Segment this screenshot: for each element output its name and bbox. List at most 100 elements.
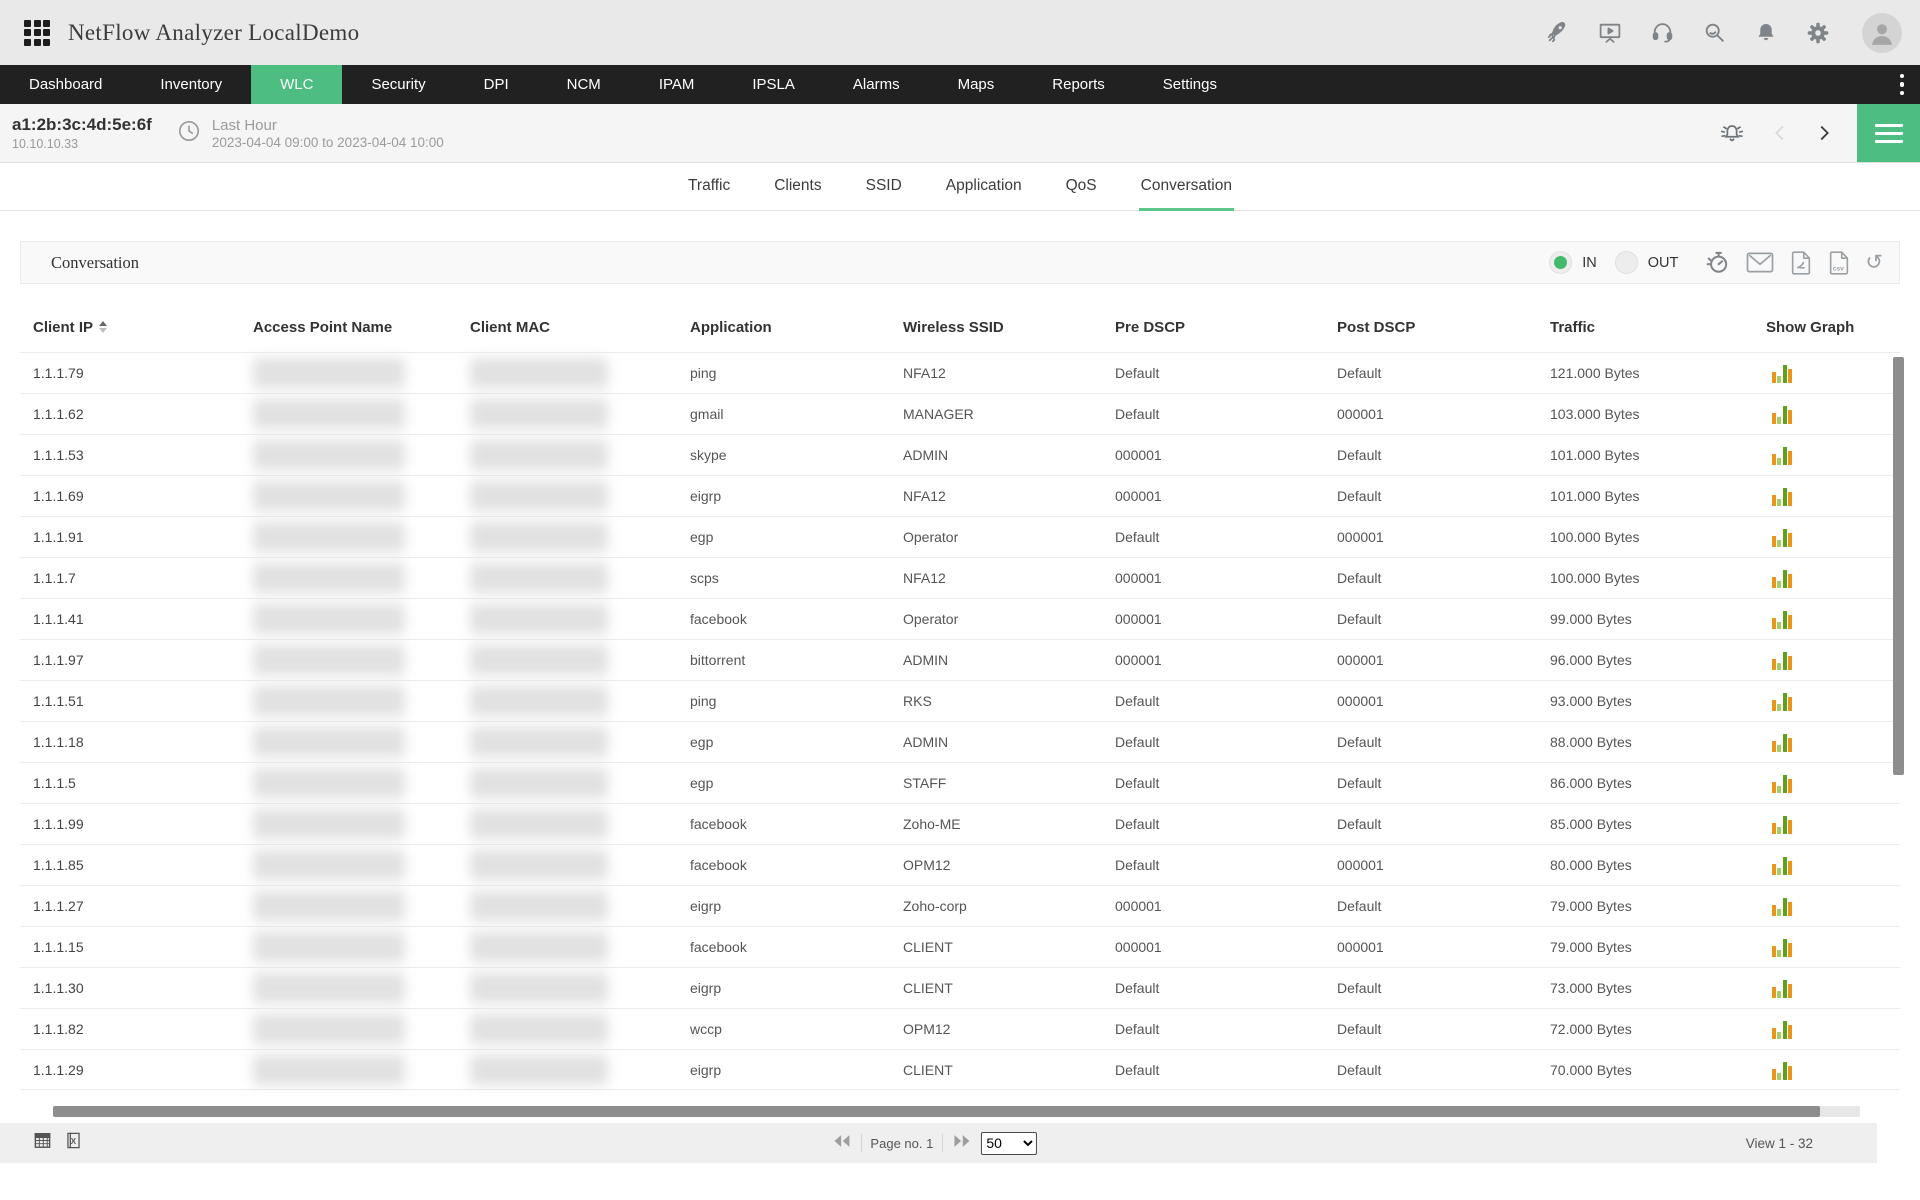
cell-pre-dscp: 000001 [1115, 488, 1337, 504]
column-header-post-dscp[interactable]: Post DSCP [1337, 319, 1550, 336]
cell-client-ip: 1.1.1.91 [33, 529, 253, 545]
app-launcher-icon[interactable] [24, 20, 50, 46]
headset-icon[interactable] [1650, 20, 1675, 45]
panel-title: Conversation [51, 253, 139, 273]
horizontal-scrollbar[interactable] [53, 1106, 1860, 1117]
nav-overflow-kebab-icon[interactable] [1884, 65, 1920, 104]
column-header-wireless-ssid[interactable]: Wireless SSID [903, 319, 1115, 336]
export-excel-icon[interactable]: X [64, 1131, 83, 1155]
cell-access-point-redacted [253, 1055, 405, 1085]
horizontal-scrollbar-thumb[interactable] [53, 1106, 1820, 1117]
nav-item-reports[interactable]: Reports [1023, 65, 1134, 104]
alarm-alert-icon[interactable] [1717, 119, 1747, 147]
cell-client-mac-redacted [470, 686, 608, 716]
conversation-table: 1.1.1.79 ping NFA12 Default Default 121.… [20, 352, 1900, 1090]
column-header-access-point-name[interactable]: Access Point Name [253, 319, 470, 336]
direction-out-radio[interactable] [1615, 251, 1638, 274]
show-graph-icon[interactable] [1772, 1019, 1792, 1039]
nav-item-ipsla[interactable]: IPSLA [723, 65, 824, 104]
table-row: 1.1.1.27 eigrp Zoho-corp 000001 Default … [20, 885, 1900, 926]
nav-item-ncm[interactable]: NCM [538, 65, 630, 104]
prev-device-chevron-icon[interactable] [1769, 120, 1791, 146]
show-graph-icon[interactable] [1772, 937, 1792, 957]
cell-traffic: 80.000 Bytes [1550, 857, 1766, 873]
search-icon[interactable] [1702, 20, 1727, 45]
tab-conversation[interactable]: Conversation [1139, 165, 1234, 211]
show-graph-icon[interactable] [1772, 732, 1792, 752]
tab-ssid[interactable]: SSID [864, 165, 904, 211]
presentation-icon[interactable] [1597, 20, 1623, 45]
notification-bell-icon[interactable] [1754, 20, 1778, 45]
cell-client-ip: 1.1.1.7 [33, 570, 253, 586]
cell-application: eigrp [690, 898, 903, 914]
nav-item-dashboard[interactable]: Dashboard [0, 65, 131, 104]
next-device-chevron-icon[interactable] [1813, 120, 1835, 146]
show-graph-icon[interactable] [1772, 814, 1792, 834]
export-pdf-icon[interactable] [1789, 250, 1813, 276]
page-size-select[interactable]: 50 [981, 1132, 1037, 1155]
show-graph-icon[interactable] [1772, 691, 1792, 711]
cell-pre-dscp: 000001 [1115, 652, 1337, 668]
cell-wireless-ssid: OPM12 [903, 1021, 1115, 1037]
cell-pre-dscp: Default [1115, 775, 1337, 791]
show-graph-icon[interactable] [1772, 486, 1792, 506]
show-graph-icon[interactable] [1772, 363, 1792, 383]
next-page-button[interactable] [952, 1134, 972, 1153]
show-graph-icon[interactable] [1772, 1060, 1792, 1080]
show-graph-icon[interactable] [1772, 896, 1792, 916]
column-header-traffic[interactable]: Traffic [1550, 319, 1766, 336]
user-avatar[interactable] [1862, 13, 1902, 53]
schedule-timer-icon[interactable] [1704, 249, 1731, 276]
tab-clients[interactable]: Clients [772, 165, 823, 211]
cell-client-mac-redacted [470, 809, 608, 839]
show-graph-icon[interactable] [1772, 773, 1792, 793]
direction-in-radio[interactable] [1549, 251, 1572, 274]
show-graph-icon[interactable] [1772, 404, 1792, 424]
column-header-client-ip[interactable]: Client IP [33, 319, 253, 336]
export-csv-icon[interactable]: csv [1827, 250, 1851, 276]
show-graph-icon[interactable] [1772, 445, 1792, 465]
cell-client-ip: 1.1.1.82 [33, 1021, 253, 1037]
sort-indicator-icon[interactable] [99, 321, 107, 333]
cell-wireless-ssid: RKS [903, 693, 1115, 709]
nav-item-alarms[interactable]: Alarms [824, 65, 929, 104]
cell-access-point-redacted [253, 850, 405, 880]
tab-application[interactable]: Application [944, 165, 1024, 211]
nav-item-inventory[interactable]: Inventory [131, 65, 251, 104]
column-header-pre-dscp[interactable]: Pre DSCP [1115, 319, 1337, 336]
nav-item-security[interactable]: Security [342, 65, 454, 104]
nav-item-dpi[interactable]: DPI [455, 65, 538, 104]
cell-client-ip: 1.1.1.30 [33, 980, 253, 996]
device-menu-hamburger-button[interactable] [1857, 104, 1920, 162]
column-header-application[interactable]: Application [690, 319, 903, 336]
tab-qos[interactable]: QoS [1064, 165, 1099, 211]
show-graph-icon[interactable] [1772, 855, 1792, 875]
show-graph-icon[interactable] [1772, 527, 1792, 547]
nav-item-maps[interactable]: Maps [929, 65, 1024, 104]
tab-traffic[interactable]: Traffic [686, 165, 732, 211]
cell-client-mac-redacted [470, 891, 608, 921]
email-report-icon[interactable] [1745, 250, 1775, 275]
main-nav: Dashboard Inventory WLC Security DPI NCM… [0, 65, 1920, 104]
show-graph-icon[interactable] [1772, 609, 1792, 629]
previous-page-button[interactable] [831, 1134, 851, 1153]
refresh-icon[interactable]: ↺ [1865, 252, 1883, 273]
cell-client-ip: 1.1.1.15 [33, 939, 253, 955]
nav-item-ipam[interactable]: IPAM [630, 65, 724, 104]
table-view-icon[interactable] [33, 1131, 52, 1155]
nav-item-settings[interactable]: Settings [1134, 65, 1246, 104]
settings-gear-icon[interactable] [1805, 20, 1831, 46]
nav-item-wlc[interactable]: WLC [251, 65, 342, 104]
column-header-show-graph[interactable]: Show Graph [1766, 319, 1900, 336]
column-header-client-mac[interactable]: Client MAC [470, 319, 690, 336]
direction-out-label: OUT [1648, 255, 1679, 271]
cell-post-dscp: Default [1337, 611, 1550, 627]
show-graph-icon[interactable] [1772, 568, 1792, 588]
time-range-picker[interactable]: Last Hour 2023-04-04 09:00 to 2023-04-04… [176, 117, 444, 150]
table-row: 1.1.1.82 wccp OPM12 Default Default 72.0… [20, 1008, 1900, 1049]
vertical-scrollbar-thumb[interactable] [1893, 357, 1904, 775]
show-graph-icon[interactable] [1772, 978, 1792, 998]
show-graph-icon[interactable] [1772, 650, 1792, 670]
rocket-icon[interactable] [1545, 20, 1570, 45]
cell-wireless-ssid: Operator [903, 611, 1115, 627]
